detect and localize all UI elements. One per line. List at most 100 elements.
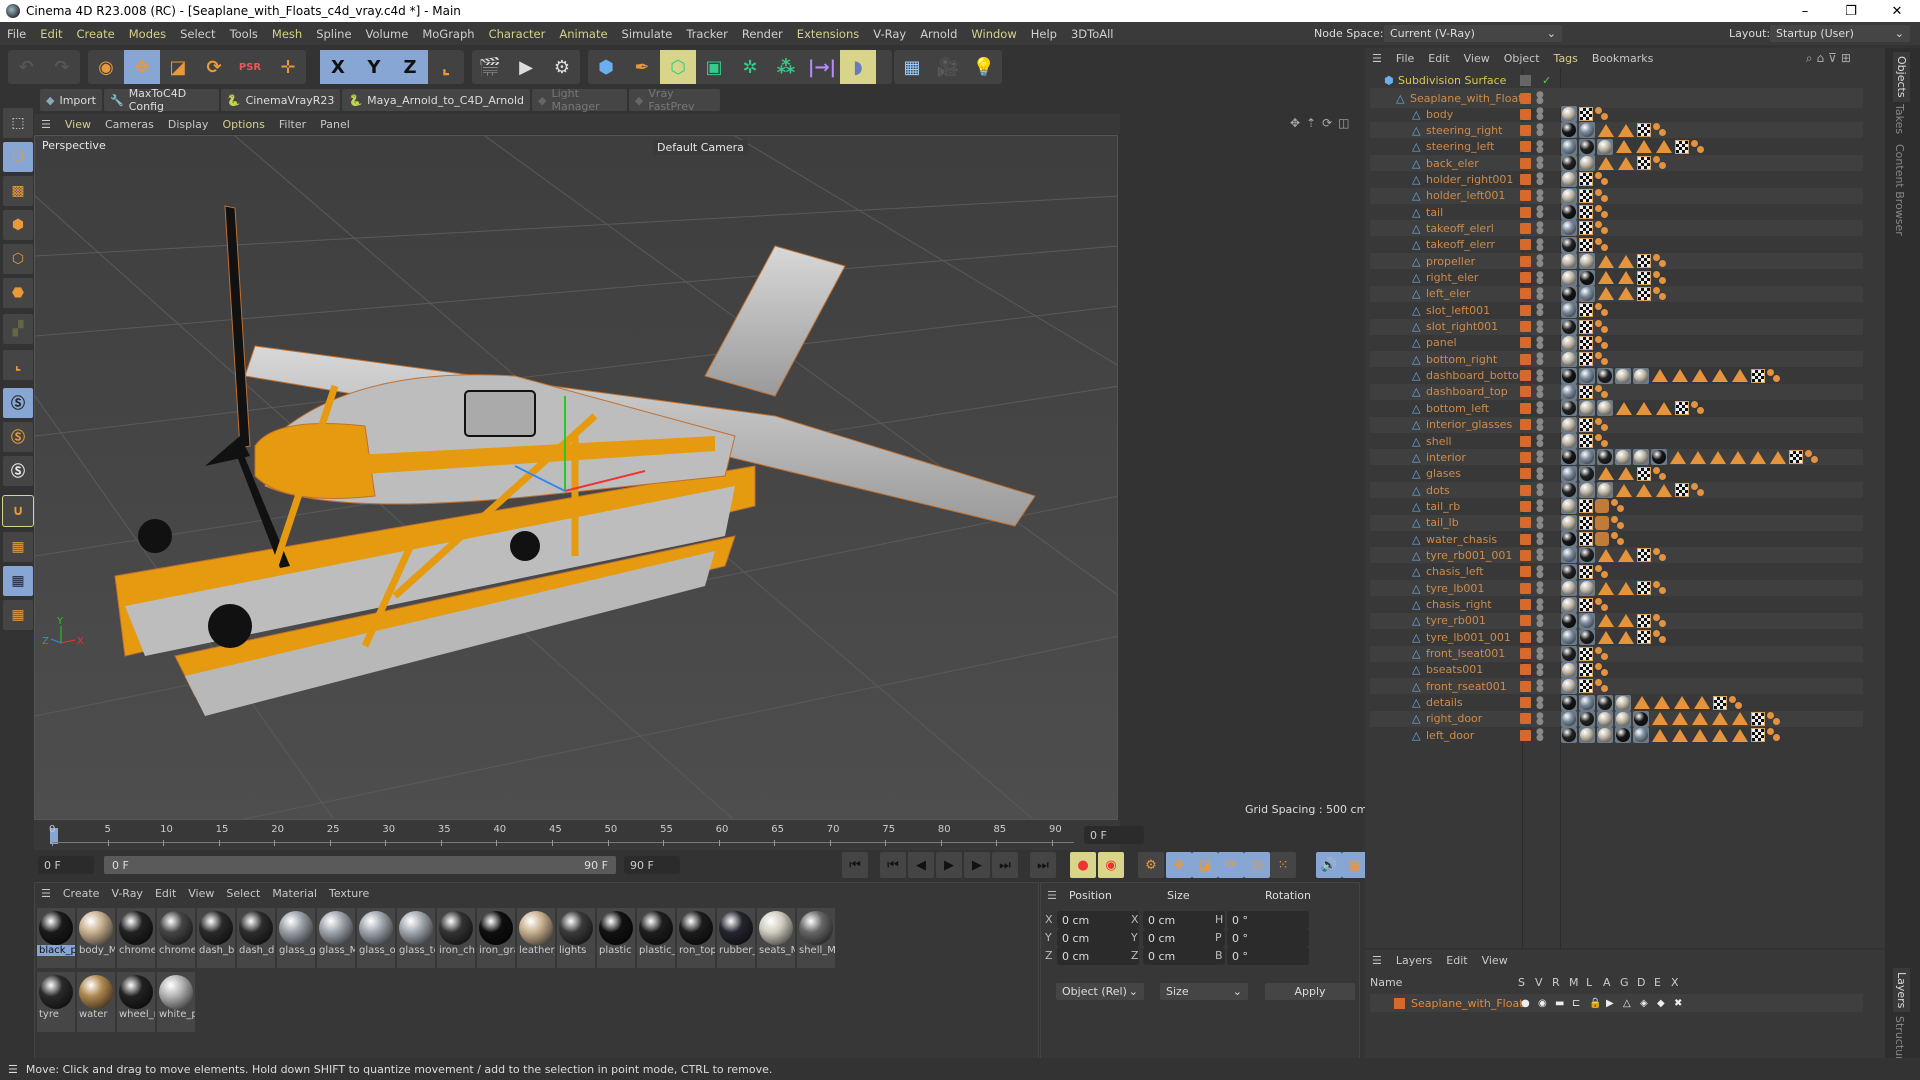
selection-tag-icon[interactable] bbox=[1732, 728, 1748, 742]
object-row[interactable]: △ slot_left001 ● ● bbox=[1370, 302, 1863, 319]
subdivision-enabled-toggle[interactable] bbox=[1520, 74, 1531, 86]
object-row[interactable]: △ propeller ● ● bbox=[1370, 253, 1863, 270]
polygons-mode-icon[interactable]: ⬣ bbox=[3, 278, 33, 308]
uvw-tag-icon[interactable] bbox=[1579, 335, 1593, 350]
object-name[interactable]: right_eler bbox=[1426, 271, 1478, 284]
snap-icon[interactable]: Ⓢ bbox=[3, 388, 33, 418]
phong-tag-icon[interactable] bbox=[1595, 597, 1609, 612]
visibility-dots[interactable]: ● ● bbox=[1536, 711, 1544, 726]
visibility-dots[interactable]: ● ● bbox=[1536, 319, 1544, 334]
phong-tag-icon[interactable] bbox=[1653, 286, 1667, 301]
go-to-start-button[interactable]: ⏮ bbox=[842, 852, 868, 878]
phong-tag-icon[interactable] bbox=[1595, 646, 1609, 661]
coordinate-mode-dropdown[interactable]: Object (Rel) ⌄ bbox=[1056, 983, 1144, 1000]
material-swatch[interactable]: leather_ bbox=[517, 908, 555, 968]
phong-tag-icon[interactable] bbox=[1805, 450, 1819, 464]
selection-tag-icon[interactable] bbox=[1634, 696, 1650, 710]
object-row[interactable]: △ tail ● ● bbox=[1370, 204, 1863, 221]
cloner-icon[interactable]: ✲ bbox=[732, 50, 768, 84]
viewport-menu-filter[interactable]: Filter bbox=[272, 118, 313, 131]
layer-color-swatch[interactable] bbox=[1520, 680, 1531, 692]
phong-tag-icon[interactable] bbox=[1653, 123, 1667, 137]
phong-tag-icon[interactable] bbox=[1653, 270, 1667, 285]
layer-color-swatch[interactable] bbox=[1520, 321, 1531, 333]
material-tag-icon[interactable] bbox=[1561, 531, 1577, 548]
visibility-dots[interactable]: ● ● bbox=[1536, 303, 1544, 318]
camera-icon[interactable]: 🎥 bbox=[930, 50, 966, 84]
array-icon[interactable]: ⁂ bbox=[768, 50, 804, 84]
object-row[interactable]: △ front_lseat001 ● ● bbox=[1370, 645, 1863, 662]
z-axis-lock-button[interactable]: Z bbox=[392, 50, 428, 84]
uvw-tag-icon[interactable] bbox=[1637, 286, 1651, 301]
phong-tag-icon[interactable] bbox=[1691, 483, 1705, 497]
material-tag-icon[interactable] bbox=[1633, 449, 1649, 466]
layer-color-swatch[interactable] bbox=[1520, 435, 1531, 447]
next-key-button[interactable]: ⏭ bbox=[992, 852, 1018, 878]
render-picture-viewer-icon[interactable]: ▶ bbox=[508, 50, 544, 84]
material-tag-icon[interactable] bbox=[1561, 220, 1577, 237]
material-tag-icon[interactable] bbox=[1561, 351, 1577, 368]
material-tag-icon[interactable] bbox=[1579, 400, 1595, 417]
material-swatch[interactable]: lights bbox=[557, 908, 595, 968]
viewport-nav-icons[interactable]: ✥⇡⟳◫ bbox=[1290, 116, 1356, 130]
selection-tag-icon[interactable] bbox=[1598, 123, 1614, 137]
uvw-tag-icon[interactable] bbox=[1579, 662, 1593, 677]
object-name[interactable]: left_eler bbox=[1426, 287, 1470, 300]
material-tag-icon[interactable] bbox=[1579, 629, 1595, 646]
visibility-dots[interactable]: ● ● bbox=[1536, 172, 1544, 187]
object-name[interactable]: steering_right bbox=[1426, 124, 1502, 137]
material-tag-icon[interactable] bbox=[1633, 710, 1649, 727]
next-frame-button[interactable]: ▶ bbox=[964, 852, 990, 878]
points-mode-icon[interactable]: ⬢ bbox=[3, 210, 33, 240]
visibility-dots[interactable]: ● ● bbox=[1536, 613, 1544, 628]
phong-tag-icon[interactable] bbox=[1595, 303, 1609, 317]
x-axis-lock-button[interactable]: X bbox=[320, 50, 356, 84]
uvw-tag-icon[interactable] bbox=[1675, 401, 1689, 416]
material-tag-icon[interactable] bbox=[1579, 465, 1595, 482]
uvw-tag-icon[interactable] bbox=[1579, 221, 1593, 236]
select-icon[interactable]: ◉ bbox=[88, 50, 124, 84]
material-tag-icon[interactable] bbox=[1579, 138, 1595, 155]
tab-layers[interactable]: Layers bbox=[1893, 968, 1910, 1013]
material-tag-icon[interactable] bbox=[1579, 580, 1595, 597]
object-name[interactable]: chasis_left bbox=[1426, 565, 1484, 578]
material-tag-icon[interactable] bbox=[1561, 514, 1577, 531]
object-name[interactable]: tyre_lb001_001 bbox=[1426, 631, 1511, 644]
object-name[interactable]: steering_left bbox=[1426, 140, 1494, 153]
object-row[interactable]: △ tyre_lb001 ● ● bbox=[1370, 580, 1863, 597]
menu-character[interactable]: Character bbox=[482, 27, 553, 41]
selection-tag-icon[interactable] bbox=[1732, 369, 1748, 383]
visibility-dots[interactable]: ● ● bbox=[1536, 368, 1544, 383]
uvw-tag-icon[interactable] bbox=[1579, 597, 1593, 612]
material-swatch[interactable]: dash_bo bbox=[197, 908, 235, 968]
selection-tag-icon[interactable] bbox=[1598, 156, 1614, 170]
key-rotation-button[interactable]: ⟳ bbox=[1218, 852, 1244, 878]
material-tag-icon[interactable] bbox=[1579, 253, 1595, 270]
phong-tag-icon[interactable] bbox=[1767, 728, 1781, 742]
selection-tag-icon[interactable] bbox=[1652, 712, 1668, 726]
material-tag-icon[interactable] bbox=[1579, 612, 1595, 629]
uvw-tag-icon[interactable] bbox=[1675, 139, 1689, 154]
object-menu-file[interactable]: File bbox=[1389, 52, 1421, 65]
selection-tag-icon[interactable] bbox=[1598, 467, 1614, 481]
material-swatch[interactable]: wheel_ru bbox=[117, 972, 155, 1032]
phong-tag-icon[interactable] bbox=[1595, 417, 1609, 432]
object-name[interactable]: front_rseat001 bbox=[1426, 680, 1507, 693]
object-row[interactable]: △ dashboard_bottom ● ● bbox=[1370, 367, 1863, 384]
material-swatch[interactable]: black_pl bbox=[37, 908, 75, 968]
position-z-field[interactable]: 0 cm bbox=[1057, 947, 1139, 965]
object-row[interactable]: △ shell ● ● bbox=[1370, 433, 1863, 449]
model-mode-icon[interactable]: ⬡ bbox=[3, 142, 33, 172]
menu-mesh[interactable]: Mesh bbox=[265, 27, 309, 41]
layer-menu-layers[interactable]: Layers bbox=[1389, 954, 1439, 967]
visibility-dots[interactable]: ● ● bbox=[1536, 597, 1544, 612]
material-tag-icon[interactable] bbox=[1561, 187, 1577, 204]
visibility-dots[interactable]: ● ● bbox=[1536, 417, 1544, 432]
layer-column-e[interactable]: E bbox=[1654, 976, 1671, 992]
layer-color-swatch[interactable] bbox=[1520, 304, 1531, 316]
material-swatch[interactable]: ron_top bbox=[677, 908, 715, 968]
uvw-tag-icon[interactable] bbox=[1637, 123, 1651, 138]
object-name[interactable]: front_lseat001 bbox=[1426, 647, 1505, 660]
visibility-dots[interactable]: ● ● bbox=[1536, 548, 1544, 563]
uv-mode-icon[interactable]: ▞ bbox=[3, 314, 33, 344]
